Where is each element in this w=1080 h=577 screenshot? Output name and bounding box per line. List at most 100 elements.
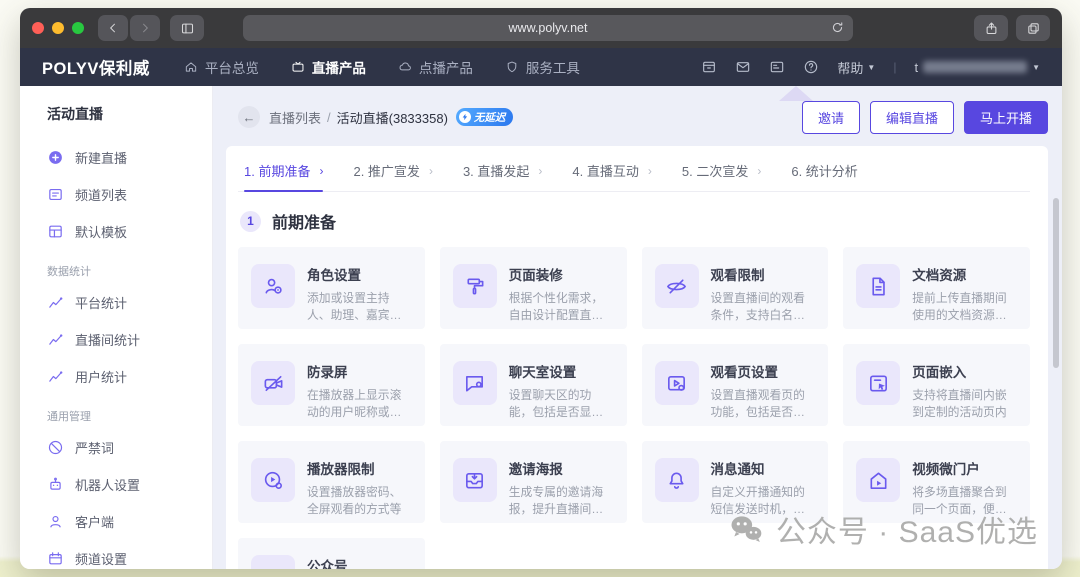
sidebar-item-1-2[interactable]: 用户统计 bbox=[47, 358, 212, 395]
card-description: 提前上传直播期间使用的文档资源，减少直播中的失... bbox=[912, 290, 1017, 324]
address-bar[interactable]: www.polyv.net bbox=[243, 15, 853, 41]
primary-nav: 平台总览 直播产品 点播产品 服务工具 bbox=[184, 57, 580, 77]
start-broadcast-button[interactable]: 马上开播 bbox=[964, 101, 1048, 134]
card-title: 邀请海报 bbox=[509, 458, 614, 478]
no-delay-badge: 无延迟 bbox=[456, 108, 514, 126]
sidebar-item-2-3[interactable]: 频道设置 bbox=[47, 540, 212, 569]
chevron-right-icon: › bbox=[757, 164, 761, 178]
zoom-window-button[interactable] bbox=[72, 22, 84, 34]
mail-icon[interactable] bbox=[735, 59, 751, 75]
sidebar-item-2-2[interactable]: 客户端 bbox=[47, 503, 212, 540]
sidebar-toggle-button[interactable] bbox=[170, 15, 204, 41]
help-circle-icon[interactable] bbox=[803, 59, 819, 75]
nav-divider: | bbox=[893, 60, 896, 74]
nav-item-2[interactable]: 直播产品 bbox=[291, 57, 366, 77]
workflow-tabs: 1. 前期准备› 2. 推广宣发› 3. 直播发起› 4. 直播互动› 5. 二次宣发›… bbox=[238, 161, 1030, 192]
sidebar-item-2-0[interactable]: 严禁词 bbox=[47, 429, 212, 466]
card-description: 根据个性化需求，自由设计配置直播间元素。支持自... bbox=[509, 290, 614, 324]
tab-step-3[interactable]: 3. 直播发起› bbox=[463, 161, 542, 180]
player-limit-icon bbox=[251, 458, 295, 502]
minimize-window-button[interactable] bbox=[52, 22, 64, 34]
tab-step-6[interactable]: 6. 统计分析 bbox=[791, 161, 857, 180]
lightning-icon bbox=[459, 111, 471, 123]
share-button[interactable] bbox=[974, 15, 1008, 41]
account-name: t bbox=[914, 60, 918, 75]
card-title: 页面装修 bbox=[509, 264, 614, 284]
card-description: 支持将直播间内嵌到定制的活动页内 bbox=[912, 387, 1017, 421]
tab-step-5[interactable]: 5. 二次宣发› bbox=[682, 161, 761, 180]
feature-card-10[interactable]: 邀请海报生成专属的邀请海报，提升直播间分享裂变的效果 bbox=[440, 441, 627, 523]
header-button-2[interactable]: 编辑直播 bbox=[870, 101, 954, 134]
breadcrumb-parent[interactable]: 直播列表 bbox=[269, 108, 321, 127]
feature-card-8[interactable]: 页面嵌入支持将直播间内嵌到定制的活动页内 bbox=[843, 344, 1030, 426]
back-circle-button[interactable]: ← bbox=[238, 106, 260, 128]
nav-item-3[interactable]: 点播产品 bbox=[398, 57, 473, 77]
chart-icon bbox=[47, 368, 64, 385]
refresh-icon[interactable] bbox=[830, 20, 845, 35]
watch-limit-icon bbox=[655, 264, 699, 308]
decorative-triangle bbox=[779, 86, 813, 101]
close-window-button[interactable] bbox=[32, 22, 44, 34]
nav-item-1[interactable]: 平台总览 bbox=[184, 57, 259, 77]
card-description: 在播放器上显示滚动的用户昵称或固定文字，达到防... bbox=[307, 387, 412, 421]
tab-step-4[interactable]: 4. 直播互动› bbox=[572, 161, 651, 180]
chevron-right-icon: › bbox=[648, 164, 652, 178]
sidebar-item-1-0[interactable]: 平台统计 bbox=[47, 284, 212, 321]
header-actions: 邀请编辑直播马上开播 bbox=[802, 101, 1048, 134]
wechat-icon bbox=[251, 555, 295, 569]
card-title: 页面嵌入 bbox=[912, 361, 1017, 381]
content-area: ← 直播列表 / 活动直播(3833358) 无延迟 邀请编辑直播马上开播 1.… bbox=[213, 86, 1062, 569]
sidebar-item-1-1[interactable]: 直播间统计 bbox=[47, 321, 212, 358]
app-navbar: POLYV保利威 平台总览 直播产品 点播产品 服务工具 帮助 ▼ | t ▼ bbox=[20, 48, 1062, 86]
card-title: 公众号 bbox=[307, 555, 412, 569]
template-icon bbox=[47, 223, 64, 240]
polyv-logo: POLYV保利威 bbox=[42, 55, 150, 79]
channel-list-icon bbox=[47, 186, 64, 203]
sidebar-item-0-1[interactable]: 频道列表 bbox=[47, 176, 212, 213]
client-icon bbox=[47, 513, 64, 530]
sidebar-item-0-2[interactable]: 默认模板 bbox=[47, 213, 212, 250]
scrollbar-thumb[interactable] bbox=[1053, 198, 1059, 368]
account-menu[interactable]: t ▼ bbox=[914, 60, 1040, 75]
help-menu[interactable]: 帮助 ▼ bbox=[837, 58, 875, 77]
feature-card-7[interactable]: 观看页设置设置直播观看页的功能，包括是否允许移动端观看等 bbox=[642, 344, 829, 426]
nav-item-4[interactable]: 服务工具 bbox=[505, 57, 580, 77]
back-button[interactable] bbox=[98, 15, 128, 41]
browser-window: www.polyv.net POLYV保利威 平台总览 直播产品 点播产品 服务工具 … bbox=[20, 8, 1062, 569]
card-title: 聊天室设置 bbox=[509, 361, 614, 381]
feature-card-1[interactable]: 角色设置添加或设置主持人、助理、嘉宾的信息，以及新增助... bbox=[238, 247, 425, 329]
feature-card-6[interactable]: 聊天室设置设置聊天区的功能，包括是否显示欢迎语、是否支持... bbox=[440, 344, 627, 426]
sidebar-item-0-0[interactable]: 新建直播 bbox=[47, 139, 212, 176]
feature-card-9[interactable]: 播放器限制设置播放器密码、全屏观看的方式等 bbox=[238, 441, 425, 523]
feature-card-13[interactable]: 公众号适用于直播间引流至公众号或客服，沉淀用户至私域... bbox=[238, 538, 425, 569]
apps-box-icon[interactable] bbox=[701, 59, 717, 75]
watch-page-icon bbox=[655, 361, 699, 405]
card-title: 观看页设置 bbox=[711, 361, 816, 381]
wechat-icon bbox=[726, 509, 766, 549]
workflow-panel: 1. 前期准备› 2. 推广宣发› 3. 直播发起› 4. 直播互动› 5. 二次宣发›… bbox=[226, 146, 1048, 569]
section-number-badge: 1 bbox=[240, 211, 261, 232]
live-icon bbox=[291, 60, 305, 74]
tab-step-1[interactable]: 1. 前期准备› bbox=[244, 161, 323, 180]
forward-button[interactable] bbox=[130, 15, 160, 41]
sidebar-item-2-1[interactable]: 机器人设置 bbox=[47, 466, 212, 503]
page-embed-icon bbox=[856, 361, 900, 405]
card-description: 设置直播观看页的功能，包括是否允许移动端观看等 bbox=[711, 387, 816, 421]
tab-overview-button[interactable] bbox=[1016, 15, 1050, 41]
feature-card-4[interactable]: 文档资源提前上传直播期间使用的文档资源，减少直播中的失... bbox=[843, 247, 1030, 329]
card-description: 设置播放器密码、全屏观看的方式等 bbox=[307, 484, 412, 518]
feature-card-5[interactable]: 防录屏在播放器上显示滚动的用户昵称或固定文字，达到防... bbox=[238, 344, 425, 426]
card-title: 文档资源 bbox=[912, 264, 1017, 284]
back-arrow-icon: ← bbox=[243, 110, 256, 125]
tab-step-2[interactable]: 2. 推广宣发› bbox=[353, 161, 432, 180]
feature-card-3[interactable]: 观看限制设置直播间的观看条件，支持白名单、报名观看、验... bbox=[642, 247, 829, 329]
card-title: 视频微门户 bbox=[912, 458, 1017, 478]
chat-settings-icon bbox=[453, 361, 497, 405]
chevron-right-icon: › bbox=[538, 164, 542, 178]
forward-icon bbox=[138, 21, 152, 35]
console-icon[interactable] bbox=[769, 59, 785, 75]
share-icon bbox=[984, 21, 999, 36]
chart-icon bbox=[47, 294, 64, 311]
feature-card-2[interactable]: 页面装修根据个性化需求，自由设计配置直播间元素。支持自... bbox=[440, 247, 627, 329]
header-button-1[interactable]: 邀请 bbox=[802, 101, 860, 134]
